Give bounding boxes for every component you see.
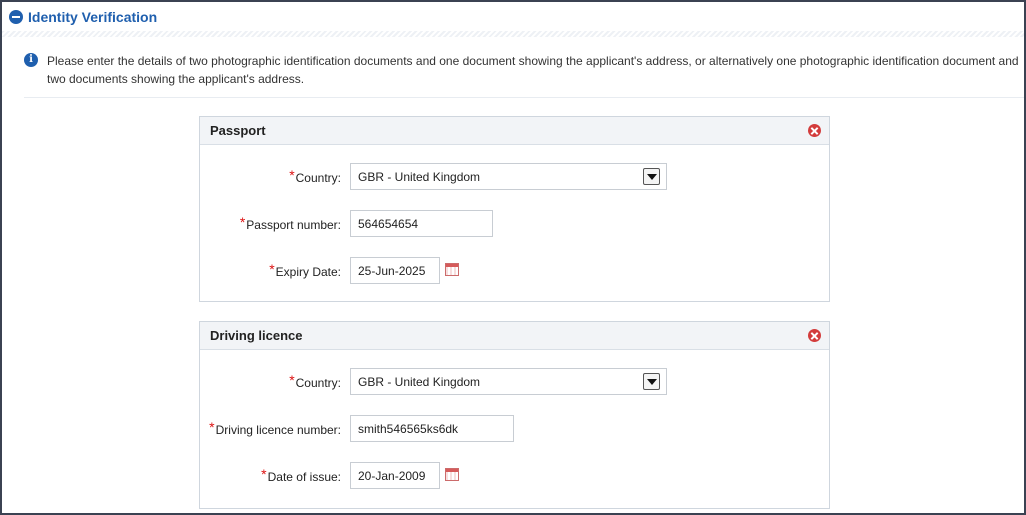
passport-expiry-label: *Expiry Date: bbox=[269, 261, 341, 279]
licence-issue-input[interactable]: 20-Jan-2009 bbox=[350, 462, 440, 489]
licence-number-label-text: Driving licence number: bbox=[215, 423, 341, 437]
passport-expiry-label-text: Expiry Date: bbox=[275, 265, 341, 279]
identity-verification-window: Identity Verification i Please enter the… bbox=[0, 0, 1026, 515]
passport-country-label-text: Country: bbox=[295, 171, 341, 185]
passport-panel-header: Passport bbox=[200, 117, 829, 145]
licence-number-row: *Driving licence number: smith546565ks6d… bbox=[200, 415, 829, 442]
licence-panel-header: Driving licence bbox=[200, 322, 829, 350]
passport-number-value: 564654654 bbox=[358, 216, 419, 231]
passport-number-label-text: Passport number: bbox=[246, 218, 341, 232]
calendar-icon[interactable] bbox=[445, 468, 459, 481]
info-text: Please enter the details of two photogra… bbox=[47, 54, 1019, 86]
passport-panel: Passport *Country: GBR - United Kingdom … bbox=[199, 116, 830, 302]
licence-number-value: smith546565ks6dk bbox=[358, 421, 459, 436]
licence-number-label: *Driving licence number: bbox=[209, 419, 341, 437]
passport-number-label: *Passport number: bbox=[239, 214, 341, 232]
section-title: Identity Verification bbox=[28, 8, 158, 25]
licence-issue-label-text: Date of issue: bbox=[267, 470, 341, 484]
passport-country-select[interactable]: GBR - United Kingdom bbox=[350, 163, 667, 190]
required-marker: * bbox=[289, 167, 295, 183]
licence-issue-value: 20-Jan-2009 bbox=[358, 468, 426, 483]
calendar-icon[interactable] bbox=[445, 263, 459, 276]
licence-country-value: GBR - United Kingdom bbox=[358, 374, 481, 389]
licence-issue-label: *Date of issue: bbox=[261, 466, 341, 484]
passport-number-row: *Passport number: 564654654 bbox=[200, 210, 829, 237]
collapse-icon[interactable] bbox=[9, 9, 23, 24]
remove-passport-icon[interactable] bbox=[808, 124, 821, 137]
info-icon: i bbox=[24, 53, 38, 67]
licence-country-label-text: Country: bbox=[295, 376, 341, 390]
chevron-down-icon[interactable] bbox=[643, 373, 660, 390]
licence-country-label: *Country: bbox=[289, 372, 341, 390]
passport-country-value: GBR - United Kingdom bbox=[358, 169, 481, 184]
passport-expiry-value: 25-Jun-2025 bbox=[358, 263, 426, 278]
passport-country-label: *Country: bbox=[289, 167, 341, 185]
licence-number-input[interactable]: smith546565ks6dk bbox=[350, 415, 514, 442]
driving-licence-panel: Driving licence *Country: GBR - United K… bbox=[199, 321, 830, 509]
header-separator bbox=[2, 31, 1024, 37]
passport-expiry-input[interactable]: 25-Jun-2025 bbox=[350, 257, 440, 284]
required-marker: * bbox=[239, 214, 246, 230]
chevron-down-icon[interactable] bbox=[643, 168, 660, 185]
section-header[interactable]: Identity Verification bbox=[2, 2, 1024, 32]
licence-country-select[interactable]: GBR - United Kingdom bbox=[350, 368, 667, 395]
passport-country-row: *Country: GBR - United Kingdom bbox=[200, 163, 829, 190]
required-marker: * bbox=[289, 372, 295, 388]
remove-licence-icon[interactable] bbox=[808, 329, 821, 342]
required-marker: * bbox=[209, 419, 215, 435]
passport-expiry-row: *Expiry Date: 25-Jun-2025 bbox=[200, 257, 829, 284]
divider bbox=[24, 97, 1024, 98]
licence-country-row: *Country: GBR - United Kingdom bbox=[200, 368, 829, 395]
required-marker: * bbox=[269, 261, 275, 277]
info-message: i Please enter the details of two photog… bbox=[24, 52, 1024, 88]
licence-issue-row: *Date of issue: 20-Jan-2009 bbox=[200, 462, 829, 489]
passport-panel-title: Passport bbox=[210, 123, 266, 138]
licence-panel-title: Driving licence bbox=[210, 328, 303, 343]
required-marker: * bbox=[261, 466, 267, 482]
passport-number-input[interactable]: 564654654 bbox=[350, 210, 493, 237]
